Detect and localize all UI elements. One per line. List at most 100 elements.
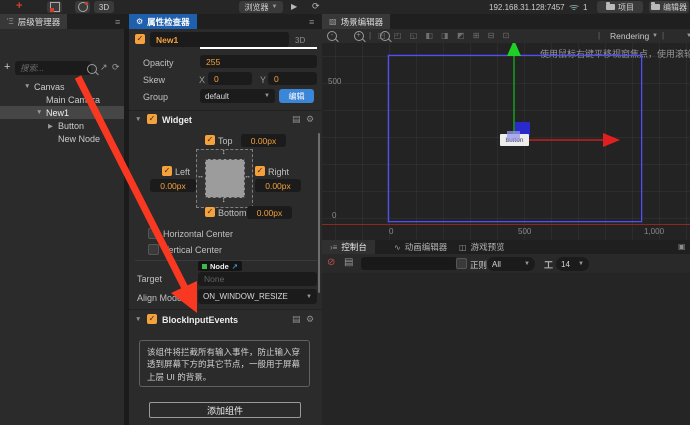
docs-icon[interactable]: ▤: [292, 314, 301, 325]
vertical-center-label: Vertical Center: [163, 245, 222, 255]
log-file-icon[interactable]: ▤: [344, 257, 353, 268]
zoom-out-icon[interactable]: -: [327, 31, 337, 41]
rendering-dropdown[interactable]: Rendering: [610, 31, 649, 41]
folder-icon: [651, 4, 660, 10]
tab-game-preview[interactable]: ◫ 游戏预览: [451, 240, 513, 254]
tree-item-new1-selected[interactable]: ▼ New1: [0, 106, 124, 119]
collapse-caret-icon[interactable]: ▼: [135, 116, 141, 123]
popout-window-icon[interactable]: ▣: [678, 242, 686, 251]
external-link-icon[interactable]: ↗: [232, 262, 238, 271]
tab-console[interactable]: ›≡ 控制台: [322, 240, 375, 254]
node-active-checkbox[interactable]: ✓: [135, 34, 145, 44]
wifi-icon: [569, 4, 579, 11]
play-button[interactable]: ▶: [291, 2, 297, 11]
caret-down-icon[interactable]: ▼: [24, 83, 30, 90]
check-icon: ✓: [137, 35, 144, 43]
widget-anchor-inner-box[interactable]: [205, 159, 245, 198]
expand-collapse-icon[interactable]: ↗: [100, 62, 108, 73]
create-node-button[interactable]: +: [4, 61, 10, 73]
caret-down-icon[interactable]: ▼: [36, 109, 42, 116]
group-edit-button[interactable]: 编辑: [279, 89, 314, 103]
refresh-button[interactable]: ⟳: [312, 1, 320, 12]
console-filter-input[interactable]: [361, 257, 457, 270]
h-arrows-icon: ↔: [244, 173, 251, 180]
horizontal-center-checkbox[interactable]: [148, 228, 159, 239]
console-output-area[interactable]: [322, 273, 690, 425]
tab-animation-editor[interactable]: ∿ 动画编辑器: [386, 240, 455, 254]
rotate-tool-button[interactable]: [75, 1, 90, 13]
tab-inspector[interactable]: ⚙ 属性检查器: [129, 14, 197, 29]
collapse-caret-icon[interactable]: ▼: [135, 316, 141, 323]
chevron-down-icon: ▼: [272, 4, 278, 10]
widget-left-checkbox[interactable]: ✓: [162, 166, 172, 176]
opacity-field[interactable]: 255: [200, 55, 317, 68]
widget-right-checkbox[interactable]: ✓: [255, 166, 265, 176]
rotate-tool-icon: [78, 2, 88, 12]
inspector-panel-menu-icon[interactable]: ≡: [302, 14, 321, 29]
widget-right-field[interactable]: 0.00px: [255, 179, 301, 192]
widget-top-checkbox[interactable]: ✓: [205, 135, 215, 145]
gear-icon[interactable]: ⚙: [306, 314, 314, 325]
caret-right-icon[interactable]: ▶: [48, 122, 53, 130]
search-icon[interactable]: [87, 64, 97, 74]
font-size-icon: 工: [544, 258, 553, 271]
target-label: Target: [137, 274, 162, 284]
tab-scene[interactable]: ▨ 场景编辑器: [322, 14, 390, 29]
skew-y-field[interactable]: 0: [268, 72, 317, 85]
tree-item-label: New1: [46, 108, 69, 118]
regex-checkbox[interactable]: [456, 258, 467, 269]
align-mode-label: Align Mode: [137, 293, 182, 303]
log-level-dropdown[interactable]: All ▼: [487, 257, 535, 271]
tab-hierarchy[interactable]: 'Ξ 层级管理器: [0, 14, 67, 29]
refresh-tree-icon[interactable]: ⟳: [112, 62, 120, 73]
3d-badge: 3D: [295, 36, 305, 45]
open-project-button[interactable]: 项目: [597, 1, 643, 13]
skew-x-field[interactable]: 0: [208, 72, 252, 85]
widget-top-field[interactable]: 0.00px: [241, 134, 286, 147]
font-size-dropdown[interactable]: 14 ▼: [556, 257, 589, 271]
move-tool-icon[interactable]: +: [16, 0, 22, 12]
widget-bottom-field[interactable]: 0.00px: [247, 206, 292, 219]
toolbar-separator: |: [369, 31, 371, 40]
preview-ip-address: 192.168.31.128:7457: [489, 3, 565, 12]
widget-right-label: Right: [268, 167, 289, 177]
tree-item-main-camera[interactable]: Main Camera: [0, 93, 124, 106]
widget-left-field[interactable]: 0.00px: [150, 179, 196, 192]
blockinputevents-enabled-checkbox[interactable]: ✓: [147, 314, 157, 324]
widget-enabled-checkbox[interactable]: ✓: [147, 114, 157, 124]
align-tools-icons[interactable]: ◳ ◰ ◱ ◧ ◨ ◩ ⊞ ⊟ ⊡: [378, 31, 512, 40]
widget-anchor-diagram[interactable]: ↕ ↕ ↔ ↔: [196, 149, 253, 208]
group-dropdown[interactable]: default ▼: [200, 89, 275, 103]
vertical-center-checkbox[interactable]: [148, 244, 159, 255]
widget-top-label: Top: [218, 136, 233, 146]
add-component-button[interactable]: 添加组件: [149, 402, 301, 418]
3d-mode-toggle[interactable]: 3D: [94, 1, 114, 13]
open-editor-button[interactable]: 编辑器: [649, 1, 689, 13]
v-arrows-icon: ↕: [222, 197, 226, 204]
clear-console-icon[interactable]: ⊘: [327, 257, 335, 268]
tree-item-new-node[interactable]: New Node: [0, 132, 124, 145]
tree-item-canvas[interactable]: ▼ Canvas: [0, 80, 124, 93]
check-icon: ✓: [207, 136, 214, 144]
tab-hierarchy-label: 层级管理器: [18, 16, 61, 28]
zoom-in-icon[interactable]: +: [354, 31, 364, 41]
hierarchy-search-input[interactable]: [15, 61, 91, 75]
top-toolbar: + 3D 浏览器 ▼ ▶ ⟳ 192.168.31.128:7457 1 项目 …: [0, 0, 690, 15]
widget-bottom-checkbox[interactable]: ✓: [205, 207, 215, 217]
tree-item-button[interactable]: ▶ Button: [0, 119, 124, 132]
h-arrows-icon: ↔: [197, 173, 204, 180]
gear-icon[interactable]: ⚙: [306, 114, 314, 125]
group-label: Group: [143, 92, 168, 102]
align-mode-dropdown[interactable]: ON_WINDOW_RESIZE ▼: [198, 289, 317, 304]
node-name-field[interactable]: New1: [150, 32, 289, 47]
gizmo-plane-handle[interactable]: [507, 131, 520, 141]
chevron-down-icon: ▼: [524, 261, 530, 267]
preview-target-dropdown[interactable]: 浏览器 ▼: [239, 1, 283, 13]
docs-icon[interactable]: ▤: [292, 114, 301, 125]
scene-viewport[interactable]: 使用鼠标右键平移视窗焦点，使用滚轮缩放视窗 500 0 0 500 1,000 …: [322, 43, 690, 240]
target-field[interactable]: None: [198, 272, 317, 286]
hierarchy-panel-menu-icon[interactable]: ≡: [108, 14, 127, 29]
rect-tool-button[interactable]: [47, 1, 62, 13]
inspector-scrollbar[interactable]: [318, 133, 321, 293]
tree-item-label: Button: [58, 121, 84, 131]
